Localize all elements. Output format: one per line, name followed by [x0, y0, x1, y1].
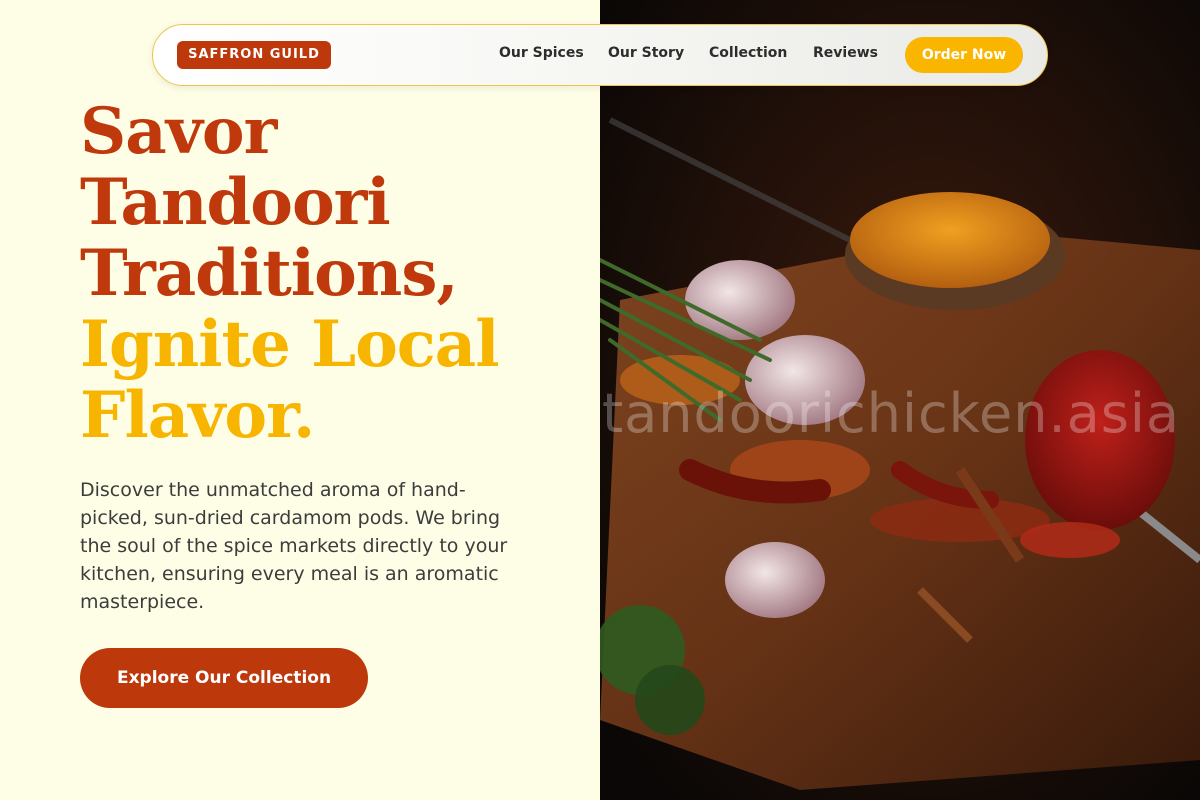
nav-link-our-story[interactable]: Our Story	[608, 45, 684, 61]
nav-link-reviews[interactable]: Reviews	[813, 45, 878, 61]
order-now-button[interactable]: Order Now	[905, 37, 1023, 73]
top-navigation: SAFFRON GUILD Our Spices Our Story Colle…	[152, 24, 1048, 86]
nav-link-collection[interactable]: Collection	[709, 45, 787, 61]
headline-line: Tandoori	[80, 165, 391, 240]
nav-link-our-spices[interactable]: Our Spices	[499, 45, 584, 61]
hero-headline: Savor Tandoori Traditions, Ignite Local …	[80, 96, 580, 451]
headline-line-accent: Ignite Local	[80, 307, 500, 382]
explore-collection-button[interactable]: Explore Our Collection	[80, 648, 368, 708]
headline-line: Traditions,	[80, 236, 459, 311]
brand-logo[interactable]: SAFFRON GUILD	[177, 41, 331, 69]
hero-left-panel: Savor Tandoori Traditions, Ignite Local …	[0, 0, 600, 800]
headline-line-accent: Flavor.	[80, 378, 315, 453]
image-watermark: tandoorichicken.asia	[602, 382, 1180, 445]
headline-line: Savor	[80, 94, 277, 169]
hero-description: Discover the unmatched aroma of hand-pic…	[80, 479, 508, 613]
hero-spice-photo: tandoorichicken.asia	[600, 0, 1200, 800]
